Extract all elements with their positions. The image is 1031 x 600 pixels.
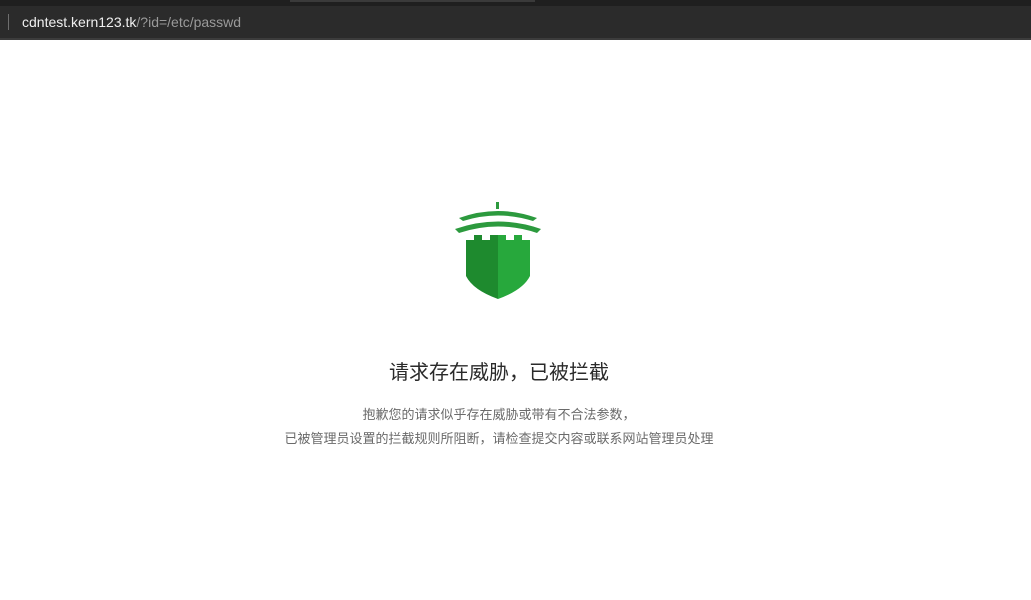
url-field[interactable]: cdntest.kern123.tk/?id=/etc/passwd	[22, 14, 241, 30]
roof-spire	[496, 202, 499, 209]
description-line-2: 已被管理员设置的拦截规则所阻断，请检查提交内容或联系网站管理员处理	[284, 432, 714, 447]
block-title: 请求存在威胁，已被拦截	[389, 360, 609, 384]
address-bar[interactable]: cdntest.kern123.tk/?id=/etc/passwd	[0, 6, 1031, 38]
tower-left	[466, 235, 498, 299]
roof-upper	[459, 211, 537, 221]
address-bar-divider	[8, 14, 9, 30]
url-host: cdntest.kern123.tk	[22, 14, 137, 30]
castle-shield-icon	[455, 202, 541, 299]
url-path: /?id=/etc/passwd	[136, 14, 242, 30]
block-page: 请求存在威胁，已被拦截 抱歉您的请求似乎存在威胁或带有不合法参数， 已被管理员设…	[0, 40, 1031, 600]
block-description: 抱歉您的请求似乎存在威胁或带有不合法参数， 已被管理员设置的拦截规则所阻断，请检…	[0, 404, 998, 452]
tower-right	[498, 235, 530, 299]
roof-lower	[455, 221, 541, 233]
active-tab-indicator	[290, 0, 535, 2]
description-line-1: 抱歉您的请求似乎存在威胁或带有不合法参数，	[362, 408, 636, 423]
